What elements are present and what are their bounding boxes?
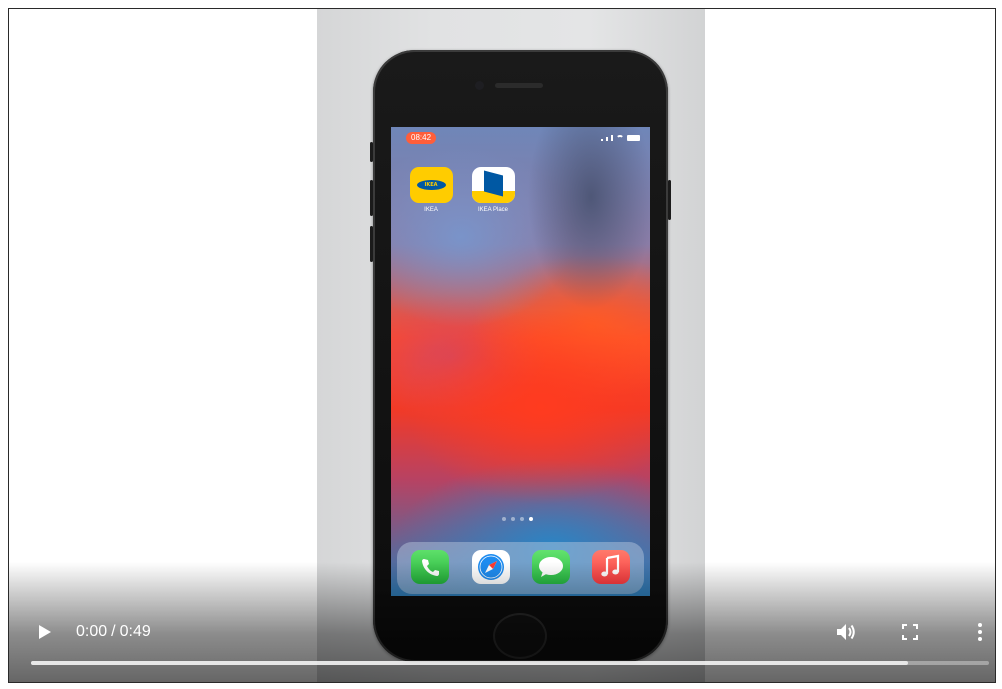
fullscreen-icon[interactable] — [897, 619, 923, 645]
app-label: IKEA — [424, 207, 438, 213]
app-label: IKEA Place — [477, 207, 509, 213]
current-time: 0:00 — [76, 623, 108, 640]
time-display: 0:00/0:49 — [76, 623, 151, 641]
page-dot — [511, 517, 515, 521]
page-dot-active — [529, 517, 533, 521]
duration: 0:49 — [119, 623, 151, 640]
ikea-app-icon: IKEA — [409, 167, 453, 203]
status-icons — [601, 133, 640, 141]
mute-switch — [370, 142, 373, 162]
volume-down-button — [370, 226, 373, 262]
status-time: 08:42 — [406, 132, 437, 144]
page-indicator[interactable] — [502, 517, 533, 521]
ikea-place-app-icon — [471, 167, 515, 203]
play-icon[interactable] — [33, 620, 57, 644]
volume-icon[interactable] — [833, 619, 859, 645]
signal-icon — [601, 139, 603, 141]
ikea-place-app[interactable]: IKEA Place — [467, 167, 519, 213]
ikea-app[interactable]: IKEA IKEA — [405, 167, 457, 213]
earpiece-speaker — [495, 83, 543, 88]
power-button — [668, 180, 671, 220]
progress-bar[interactable] — [31, 661, 989, 665]
phone-home-screen: 08:42 IKEA IKEA IKEA Place — [391, 127, 650, 596]
status-bar: 08:42 — [391, 127, 650, 147]
player-controls: 0:00/0:49 — [9, 602, 995, 682]
ikea-logo: IKEA — [416, 180, 446, 190]
volume-up-button — [370, 180, 373, 216]
progress-buffered — [31, 661, 908, 665]
more-vert-icon[interactable] — [967, 619, 993, 645]
page-dot — [520, 517, 524, 521]
wifi-icon — [616, 135, 624, 141]
page-dot — [502, 517, 506, 521]
front-camera — [475, 81, 484, 90]
battery-icon — [627, 135, 640, 141]
video-player[interactable]: 08:42 IKEA IKEA IKEA Place 0:00 / 0:49 — [8, 8, 996, 683]
time-separator: / — [111, 623, 116, 640]
